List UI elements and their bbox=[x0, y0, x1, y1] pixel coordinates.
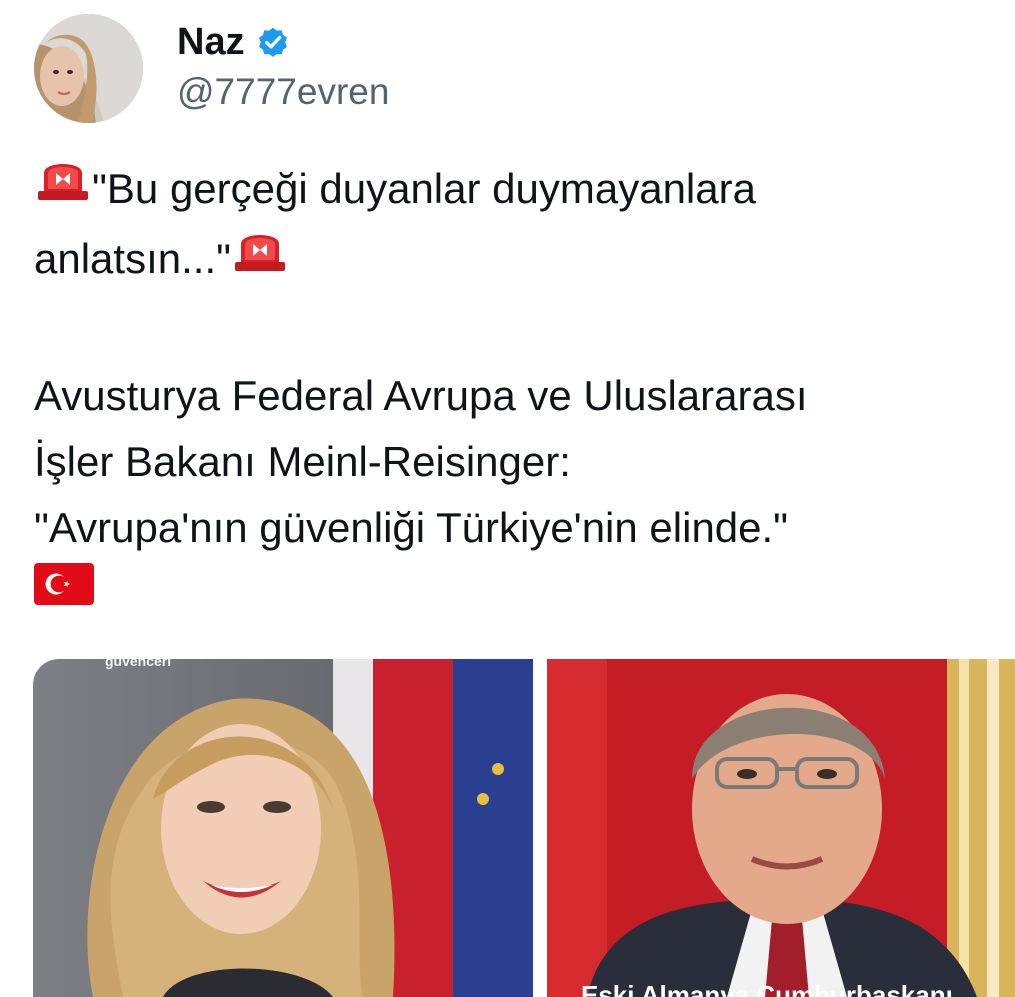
media-image-right[interactable]: Eski Almanya Cumhurbaşkanı bbox=[547, 659, 1015, 997]
avatar[interactable] bbox=[34, 14, 143, 123]
tweet-card: Naz @7777evren "Bu gerçeği duyanlar duym… bbox=[0, 0, 1015, 997]
tweet-line-1-text: "Bu gerçeği duyanlar duymayanlara bbox=[92, 165, 756, 212]
display-name[interactable]: Naz bbox=[177, 20, 291, 64]
rotating-light-icon bbox=[34, 153, 92, 222]
display-name-text[interactable]: Naz bbox=[177, 20, 245, 64]
media-caption-right: Eski Almanya Cumhurbaşkanı bbox=[581, 980, 953, 997]
tweet-line-1: "Bu gerçeği duyanlar duymayanlara bbox=[34, 156, 994, 226]
user-handle[interactable]: @7777evren bbox=[177, 70, 389, 114]
tweet-line-3: Avusturya Federal Avrupa ve Uluslararası bbox=[34, 371, 808, 419]
media-grid: güvenceri Eski Almanya Cumhurbaşkanı bbox=[33, 659, 1015, 997]
tweet-line-2: anlatsın..." bbox=[34, 226, 994, 296]
media-image-left[interactable]: güvenceri bbox=[33, 659, 533, 997]
tweet-line-5: "Avrupa'nın güvenliği Türkiye'nin elinde… bbox=[34, 503, 789, 551]
media-caption-left: güvenceri bbox=[105, 659, 172, 669]
turkey-flag-icon bbox=[34, 560, 94, 626]
tweet-line-6 bbox=[34, 561, 994, 630]
tweet-line-4: İşler Bakanı Meinl-Reisinger: bbox=[34, 437, 571, 485]
verified-badge-icon bbox=[255, 24, 291, 60]
tweet-line-2-text: anlatsın..." bbox=[34, 235, 232, 283]
tweet-text: "Bu gerçeği duyanlar duymayanlara anlats… bbox=[34, 156, 994, 630]
rotating-light-icon bbox=[231, 224, 289, 293]
